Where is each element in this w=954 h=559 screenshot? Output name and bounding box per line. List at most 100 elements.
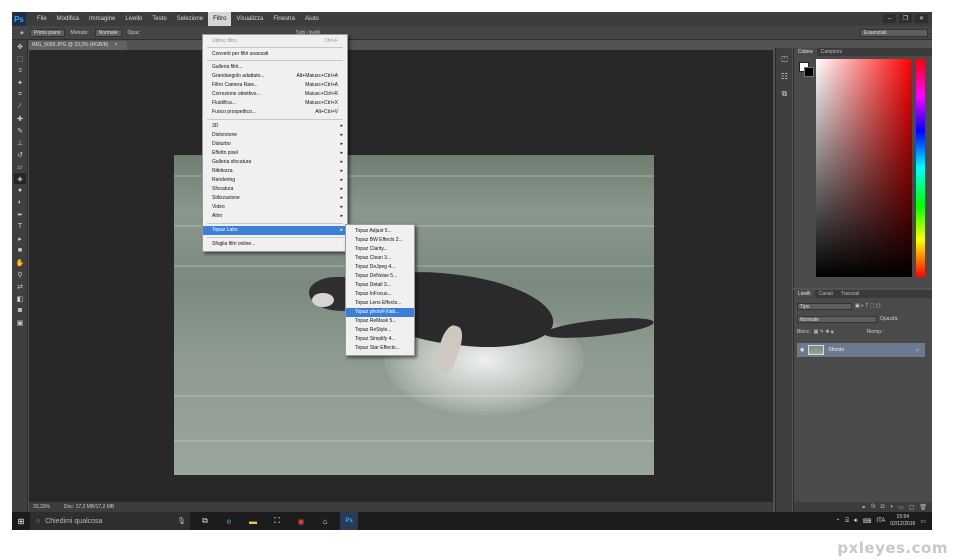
bucket-tool-icon[interactable]: ◈ xyxy=(14,173,26,184)
quick-mask-icon[interactable]: ◙ xyxy=(14,305,26,316)
menu-immagine[interactable]: Immagine xyxy=(84,12,120,26)
background-color-swatch[interactable] xyxy=(804,67,814,77)
history-brush-tool-icon[interactable]: ↺ xyxy=(14,149,26,160)
network-icon[interactable]: ⌸ xyxy=(845,518,849,525)
eyedropper-tool-icon[interactable]: ⁄ xyxy=(14,101,26,112)
tab-campioni[interactable]: Campioni xyxy=(817,48,846,56)
move-tool-icon[interactable]: ✥ xyxy=(14,41,26,52)
menu-aiuto[interactable]: Aiuto xyxy=(300,12,324,26)
workspace-select[interactable]: Essenziali xyxy=(860,29,928,37)
menu-item-galleria-sfocatura[interactable]: Galleria sfocatura ▸ xyxy=(203,158,347,167)
quick-select-tool-icon[interactable]: ✦ xyxy=(14,77,26,88)
lasso-tool-icon[interactable]: ↄ xyxy=(14,65,26,76)
submenu-item-topaz-denoise[interactable]: Topaz DeNoise 5... xyxy=(346,272,414,281)
menu-item-distorsione[interactable]: Distorsione ▸ xyxy=(203,131,347,140)
zoom-level[interactable]: 33,33% xyxy=(33,504,50,510)
screen-mode-icon[interactable]: ▣ xyxy=(14,317,26,328)
new-layer-icon[interactable]: ▢ xyxy=(909,504,915,511)
minimize-button[interactable]: ‒ xyxy=(883,14,896,23)
menu-modifica[interactable]: Modifica xyxy=(52,12,84,26)
menu-item-stilizzazione[interactable]: Stilizzazione ▸ xyxy=(203,194,347,203)
eraser-tool-icon[interactable]: ▱ xyxy=(14,161,26,172)
chevron-up-icon[interactable]: ⌃ xyxy=(835,518,840,525)
menu-item-fluidifica[interactable]: Fluidifica... Maiusc+Ctrl+X xyxy=(203,99,347,108)
menu-item-sfocatura[interactable]: Sfocatura ▸ xyxy=(203,185,347,194)
submenu-item-topaz-dejpeg[interactable]: Topaz DeJpeg 4... xyxy=(346,263,414,272)
brush-tool-icon[interactable]: ✎ xyxy=(14,125,26,136)
submenu-item-topaz-photofxlab[interactable]: Topaz photoFXlab... xyxy=(346,308,414,317)
volume-icon[interactable]: 🔊︎ xyxy=(854,518,858,525)
menu-item-video[interactable]: Video ▸ xyxy=(203,203,347,212)
bucket-tool-icon[interactable]: ◈ xyxy=(20,30,24,36)
notifications-icon[interactable]: ▭ xyxy=(920,518,926,525)
adjustment-layer-icon[interactable]: ◑ xyxy=(889,504,893,510)
menu-item-camera-raw[interactable]: Filtro Camera Raw... Maiusc+Ctrl+A xyxy=(203,81,347,90)
submenu-item-topaz-lens-effects[interactable]: Topaz Lens Effects... xyxy=(346,299,414,308)
file-explorer-icon[interactable]: ▬ xyxy=(244,512,262,530)
submenu-item-topaz-infocus[interactable]: Topaz InFocus... xyxy=(346,290,414,299)
close-button[interactable]: ✕ xyxy=(915,14,928,23)
submenu-item-topaz-remask[interactable]: Topaz ReMask 5... xyxy=(346,317,414,326)
pen-tool-icon[interactable]: ✒ xyxy=(14,209,26,220)
tab-colore[interactable]: Colore xyxy=(794,48,817,56)
menu-item-grandangolo[interactable]: Grandangolo adattato... Alt+Maiusc+Ctrl+A xyxy=(203,72,347,81)
keyboard-icon[interactable]: ⌨ xyxy=(863,518,872,525)
task-view-icon[interactable]: ⧉ xyxy=(196,512,214,530)
menu-item-topaz-labs[interactable]: Topaz Labs ▸ xyxy=(203,226,347,235)
layer-filter-icons[interactable]: ▣ ◐ T ⬚ ▢ xyxy=(855,303,881,309)
menu-item-fuoco-prospettico[interactable]: Fuoco prospettico... Alt+Ctrl+V xyxy=(203,108,347,117)
menu-item-3d[interactable]: 3D ▸ xyxy=(203,122,347,131)
language-indicator[interactable]: ITA xyxy=(876,518,885,524)
store-icon[interactable]: ⛶ xyxy=(268,512,286,530)
menu-item-ultimo-filtro[interactable]: Ultimo filtro Ctrl+F xyxy=(203,37,347,46)
cortana-search-box[interactable]: ○ Chiedimi qualcosa 🎙︎ xyxy=(30,512,190,530)
menu-finestra[interactable]: Finestra xyxy=(268,12,300,26)
start-button[interactable]: ⊞ xyxy=(12,512,30,530)
adjustments-panel-icon[interactable]: ⧉ xyxy=(779,88,790,99)
stamp-tool-icon[interactable]: ⊥ xyxy=(14,137,26,148)
fill-source-select[interactable]: Primo piano xyxy=(29,28,65,37)
menu-item-disturbo[interactable]: Disturbo ▸ xyxy=(203,140,347,149)
menu-item-altro[interactable]: Altro ▸ xyxy=(203,212,347,221)
menu-testo[interactable]: Testo xyxy=(147,12,171,26)
menu-selezione[interactable]: Selezione xyxy=(172,12,208,26)
tab-tracciati[interactable]: Tracciati xyxy=(837,290,864,298)
submenu-item-topaz-clean[interactable]: Topaz Clean 3... xyxy=(346,254,414,263)
marquee-tool-icon[interactable]: ⬚ xyxy=(14,53,26,64)
edge-browser-icon[interactable]: e xyxy=(220,512,238,530)
visibility-eye-icon[interactable]: ◉ xyxy=(800,347,804,353)
menu-item-converti[interactable]: Converti per filtri avanzati xyxy=(203,50,347,59)
menu-livello[interactable]: Livello xyxy=(120,12,147,26)
shape-tool-icon[interactable]: ■ xyxy=(14,245,26,256)
submenu-item-topaz-adjust[interactable]: Topaz Adjust 5... xyxy=(346,227,414,236)
submenu-item-topaz-detail[interactable]: Topaz Detail 3... xyxy=(346,281,414,290)
properties-panel-icon[interactable]: ☷ xyxy=(779,71,790,82)
submenu-item-topaz-bw-effects[interactable]: Topaz BW Effects 2... xyxy=(346,236,414,245)
zoom-tool-icon[interactable]: ⚲ xyxy=(14,269,26,280)
menu-file[interactable]: File xyxy=(32,12,52,26)
type-tool-icon[interactable]: T xyxy=(14,221,26,232)
healing-tool-icon[interactable]: ✚ xyxy=(14,113,26,124)
document-tab[interactable]: IMG_5095.JPG @ 33,3% (RGB/8) × xyxy=(29,41,127,50)
menu-item-effetto-pixel[interactable]: Effetto pixel ▸ xyxy=(203,149,347,158)
color-spectrum-field[interactable] xyxy=(816,59,912,277)
menu-item-galleria-filtri[interactable]: Galleria filtri... xyxy=(203,63,347,72)
menu-item-sfoglia-filtri[interactable]: Sfoglia filtri online... xyxy=(203,240,347,249)
submenu-item-topaz-star-effects[interactable]: Topaz Star Effects... xyxy=(346,344,414,353)
history-panel-icon[interactable]: ⏍ xyxy=(779,54,790,65)
clock[interactable]: 15:54 02/12/2016 xyxy=(890,514,915,528)
crop-tool-icon[interactable]: ⌗ xyxy=(14,89,26,100)
blur-tool-icon[interactable]: ● xyxy=(14,185,26,196)
lock-icons[interactable]: ▦ ✎ ✥ 🔒︎ xyxy=(814,329,834,335)
path-select-tool-icon[interactable]: ▸ xyxy=(14,233,26,244)
new-group-icon[interactable]: ▭ xyxy=(898,504,904,511)
add-mask-icon[interactable]: ◘ xyxy=(881,504,885,510)
mode-select[interactable]: Normale xyxy=(94,28,122,37)
home-icon[interactable]: ⌂ xyxy=(316,512,334,530)
submenu-item-topaz-restyle[interactable]: Topaz ReStyle... xyxy=(346,326,414,335)
chrome-icon[interactable]: ◉ xyxy=(292,512,310,530)
hand-tool-icon[interactable]: ✋ xyxy=(14,257,26,268)
menu-visualizza[interactable]: Visualizza xyxy=(231,12,268,26)
submenu-item-topaz-clarity[interactable]: Topaz Clarity... xyxy=(346,245,414,254)
swap-colors-icon[interactable]: ⇄ xyxy=(14,281,26,292)
